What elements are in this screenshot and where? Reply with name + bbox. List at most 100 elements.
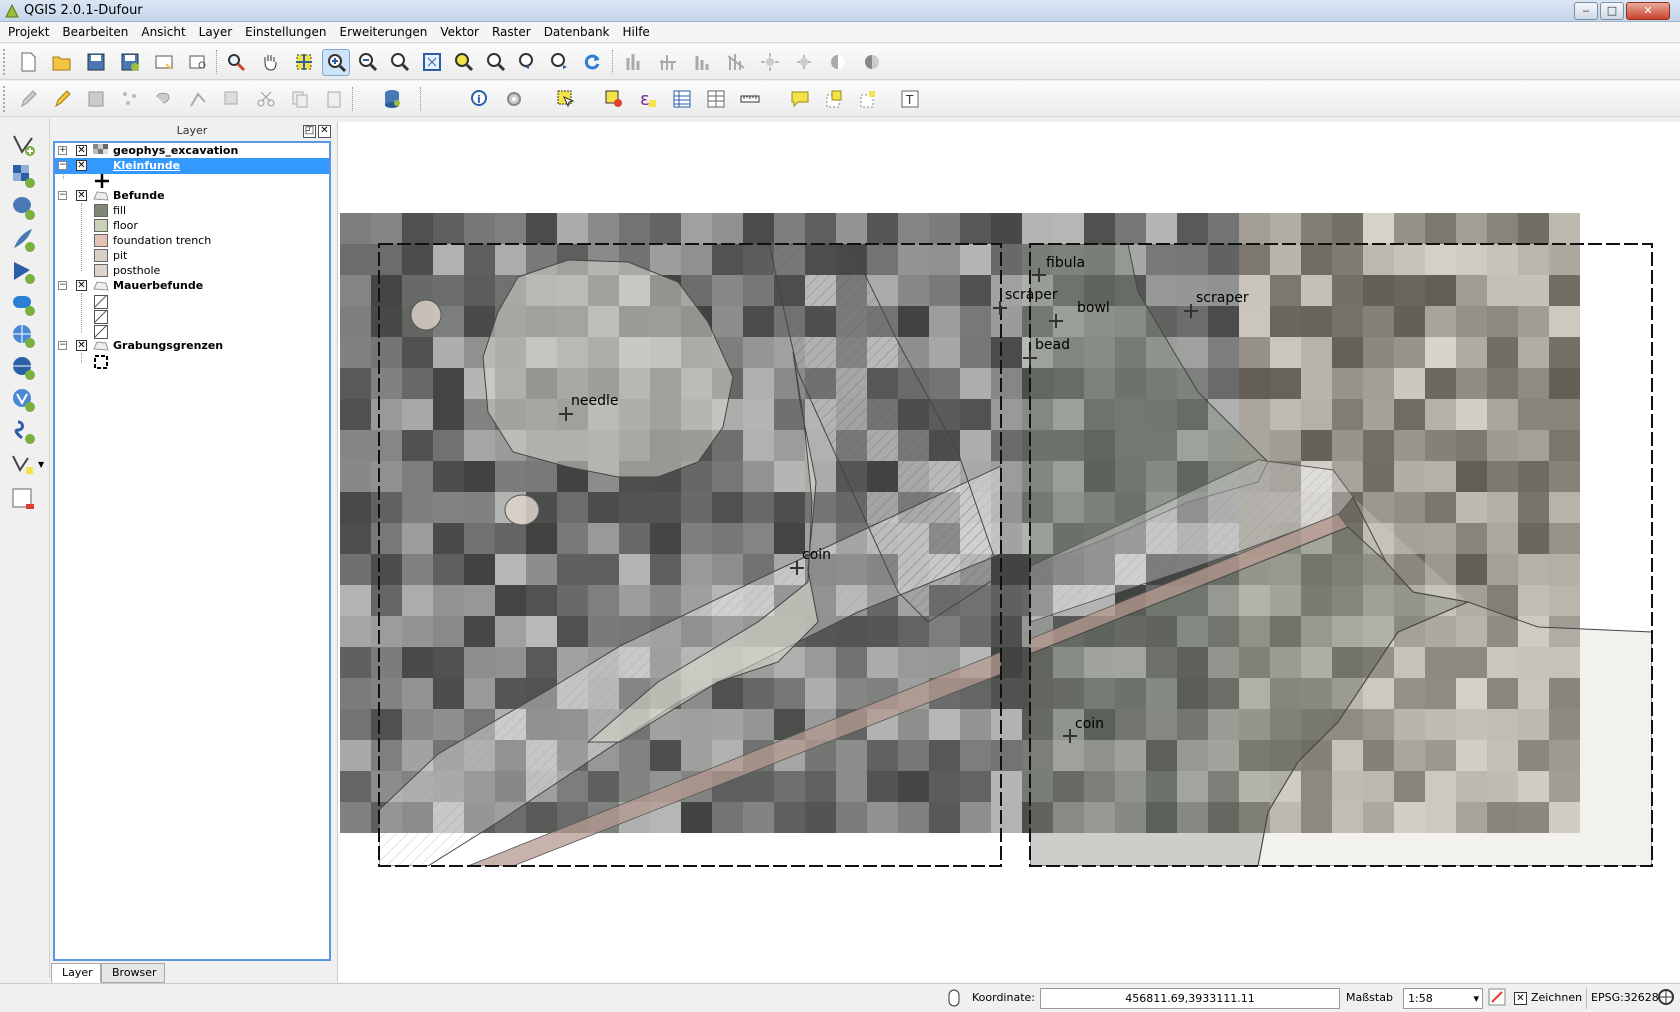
decrease-brightness-button[interactable] — [790, 49, 818, 76]
node-tool-button[interactable] — [184, 86, 212, 113]
maximize-button[interactable]: □ — [1600, 2, 1624, 20]
save-as-button[interactable] — [116, 49, 144, 76]
menu-projekt[interactable]: Projekt — [0, 22, 54, 43]
new-bookmark-button[interactable] — [820, 86, 848, 113]
layer-visibility-checkbox[interactable]: ✕ — [76, 190, 87, 201]
zoom-next-button[interactable] — [546, 49, 574, 76]
new-vector-layer-button[interactable]: ▼ — [10, 450, 44, 478]
close-button[interactable]: ✕ — [1626, 2, 1670, 20]
new-project-button[interactable] — [14, 49, 42, 76]
expand-icon[interactable]: + — [58, 146, 67, 155]
identify-features-button[interactable] — [620, 49, 648, 76]
identify-button[interactable]: i — [466, 86, 494, 113]
decrease-contrast-button[interactable] — [858, 49, 886, 76]
field-calculator-button[interactable]: ε — [634, 86, 662, 113]
refresh-button[interactable] — [578, 49, 606, 76]
menu-layer[interactable]: Layer — [191, 22, 237, 43]
paste-features-button[interactable] — [320, 86, 348, 113]
menu-datenbank[interactable]: Datenbank — [536, 22, 615, 43]
add-spatialite-layer-button[interactable] — [10, 226, 38, 254]
tab-browser[interactable]: Browser — [101, 963, 165, 983]
layer-item-mauerbefunde[interactable]: − ✕ Mauerbefunde — [55, 278, 329, 294]
database-manager-button[interactable] — [378, 86, 406, 113]
add-feature-button[interactable] — [116, 86, 144, 113]
zoom-to-selection-button[interactable] — [450, 49, 478, 76]
open-project-button[interactable] — [48, 49, 76, 76]
increase-contrast-button[interactable] — [824, 49, 852, 76]
zoom-out-button[interactable] — [354, 49, 382, 76]
layer-item-kleinfunde[interactable]: − ✕ Kleinfunde — [55, 158, 329, 174]
dropdown-arrow-icon[interactable]: ▼ — [38, 460, 44, 469]
map-canvas[interactable]: needle coin fibula scraper bowl scraper bead co… — [337, 122, 1680, 982]
crs-status-button[interactable]: EPSG:32628 — [1586, 988, 1659, 1009]
add-raster-layer-button[interactable] — [10, 162, 38, 190]
full-histogram-button[interactable] — [722, 49, 750, 76]
stop-render-button[interactable] — [1488, 988, 1508, 1009]
attribute-table-button[interactable] — [668, 86, 696, 113]
add-mssql-layer-button[interactable] — [10, 258, 38, 286]
toggle-editing-button[interactable] — [48, 86, 76, 113]
pan-map-to-selection-button[interactable] — [290, 49, 318, 76]
pan-to-selection-button[interactable] — [222, 49, 250, 76]
menu-hilfe[interactable]: Hilfe — [615, 22, 655, 43]
current-edits-button[interactable] — [14, 86, 42, 113]
map-tips-button[interactable] — [786, 86, 814, 113]
copy-features-button[interactable] — [286, 86, 314, 113]
remove-layer-button[interactable] — [10, 486, 38, 514]
statistical-summary-button[interactable] — [702, 86, 730, 113]
stretch-histogram-button[interactable] — [654, 49, 682, 76]
measure-line-button[interactable] — [736, 86, 764, 113]
menu-vektor[interactable]: Vektor — [432, 22, 484, 43]
move-feature-button[interactable] — [150, 86, 178, 113]
save-edits-button[interactable] — [82, 86, 110, 113]
float-panel-button[interactable]: ◰ — [303, 125, 316, 138]
menu-raster[interactable]: Raster — [484, 22, 536, 43]
delete-selected-button[interactable] — [218, 86, 246, 113]
layer-item-grabungsgrenzen[interactable]: − ✕ Grabungsgrenzen — [55, 338, 329, 354]
layer-item-befunde[interactable]: − ✕ Befunde — [55, 188, 329, 204]
add-wfs-layer-button[interactable] — [10, 386, 38, 414]
local-histogram-button[interactable] — [688, 49, 716, 76]
show-bookmarks-button[interactable] — [854, 86, 882, 113]
layer-item-geophys-excavation[interactable]: + ✕ geophys_excavation — [55, 143, 329, 159]
close-panel-button[interactable]: ✕ — [318, 125, 331, 138]
cut-features-button[interactable] — [252, 86, 280, 113]
add-vector-layer-button[interactable] — [10, 130, 38, 158]
add-wms-layer-button[interactable] — [10, 322, 38, 350]
coordinate-toggle-button[interactable] — [944, 988, 966, 1009]
deselect-features-button[interactable] — [600, 86, 628, 113]
zoom-to-layer-button[interactable] — [482, 49, 510, 76]
pan-button[interactable] — [256, 49, 284, 76]
messages-button[interactable] — [1657, 988, 1677, 1009]
zoom-full-button[interactable] — [418, 49, 446, 76]
scale-combo[interactable]: 1:58 ▾ — [1403, 988, 1483, 1009]
menu-bearbeiten[interactable]: Bearbeiten — [54, 22, 133, 43]
toolbar-grip[interactable] — [3, 86, 7, 112]
zoom-actual-size-button[interactable] — [386, 49, 414, 76]
menu-erweiterungen[interactable]: Erweiterungen — [332, 22, 433, 43]
layer-visibility-checkbox[interactable]: ✕ — [76, 340, 87, 351]
layer-visibility-checkbox[interactable]: ✕ — [76, 145, 87, 156]
layer-visibility-checkbox[interactable]: ✕ — [76, 160, 87, 171]
add-postgis-layer-button[interactable] — [10, 194, 38, 222]
menu-ansicht[interactable]: Ansicht — [133, 22, 190, 43]
add-delimited-text-button[interactable] — [10, 418, 38, 446]
render-checkbox[interactable]: ✕ — [1514, 992, 1527, 1005]
zoom-in-button[interactable] — [322, 49, 350, 76]
increase-brightness-button[interactable] — [756, 49, 784, 76]
map-view[interactable]: needle coin fibula scraper bowl scraper bead co… — [338, 122, 1680, 982]
collapse-icon[interactable]: − — [58, 341, 67, 350]
composer-manager-button[interactable] — [184, 49, 212, 76]
coordinate-field[interactable]: 456811.69,3933111.11 — [1040, 988, 1340, 1009]
run-feature-action-button[interactable] — [500, 86, 528, 113]
save-project-button[interactable] — [82, 49, 110, 76]
collapse-icon[interactable]: − — [58, 191, 67, 200]
add-oracle-layer-button[interactable] — [10, 290, 38, 318]
toolbar-grip[interactable] — [3, 49, 7, 75]
menu-einstellungen[interactable]: Einstellungen — [237, 22, 331, 43]
collapse-icon[interactable]: − — [58, 281, 67, 290]
new-print-composer-button[interactable] — [150, 49, 178, 76]
collapse-icon[interactable]: − — [58, 161, 67, 170]
text-annotation-button[interactable]: T — [896, 86, 924, 113]
select-features-button[interactable] — [552, 86, 580, 113]
